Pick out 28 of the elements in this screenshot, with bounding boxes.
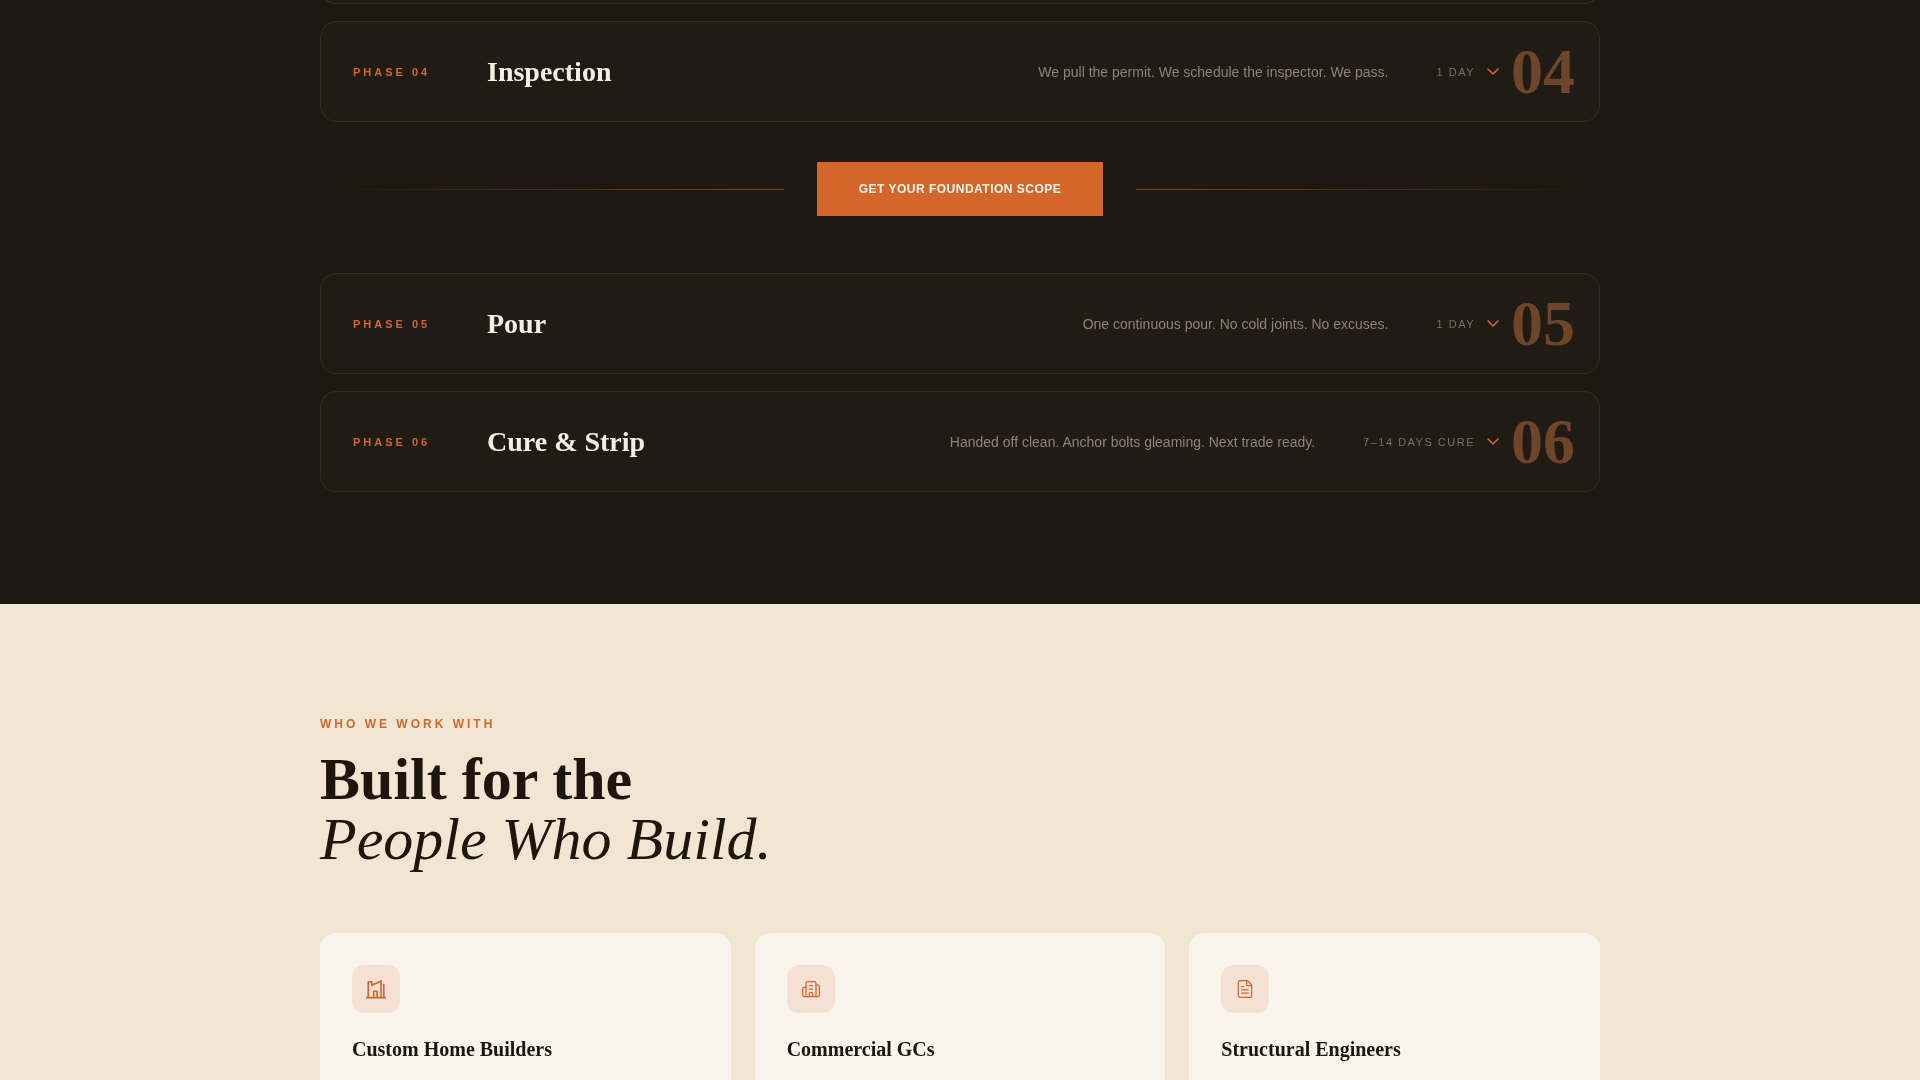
phase-title: Cure & Strip [487,424,646,459]
phase-label: PHASE 04 [353,64,432,80]
card-title: Custom Home Builders [352,1037,552,1062]
phase-card[interactable]: PHASE 05 Pour One continuous pour. No cold joints. No excuses. 1 DAY 05 [320,273,1600,374]
chevron-down-icon[interactable] [1487,320,1499,327]
phase-number: 05 [1511,291,1575,356]
phase-label: PHASE 05 [353,316,432,332]
chevron-down-icon[interactable] [1487,438,1499,445]
phase-title: Inspection [487,54,612,89]
chevron-down-icon[interactable] [1487,68,1499,75]
card-title: Commercial GCs [786,1037,935,1062]
phase-description: Handed off clean. Anchor bolts gleaming. Next trade ready. [949,432,1316,452]
phase-card[interactable]: PHASE 04 Inspection We pull the permit. We schedule the inspector. We pass. 1 DAY 04 [320,21,1600,122]
phase-title: Pour [487,306,547,341]
phase-duration: 1 DAY [1436,316,1475,332]
phase-card[interactable]: PHASE 06 Cure & Strip Handed off clean. Anchor bolts gleaming. Next trade ready. 7–14 DAYS CURE 06 [320,391,1600,492]
phase-label: PHASE 06 [353,434,432,450]
building-icon [786,965,835,1013]
phase-duration: 7–14 DAYS CURE [1363,434,1475,450]
phase-duration: 1 DAY [1436,64,1475,80]
phase-description: We pull the permit. We schedule the inspector. We pass. [1038,62,1389,82]
section-eyebrow: WHO WE WORK WITH [320,716,496,732]
house-icon [352,965,400,1013]
phase-number: 06 [1511,409,1575,474]
document-icon [1221,965,1270,1013]
phase-number: 04 [1511,39,1575,104]
phase-description: One continuous pour. No cold joints. No excuses. [1082,314,1389,334]
card-title: Structural Engineers [1221,1037,1401,1063]
